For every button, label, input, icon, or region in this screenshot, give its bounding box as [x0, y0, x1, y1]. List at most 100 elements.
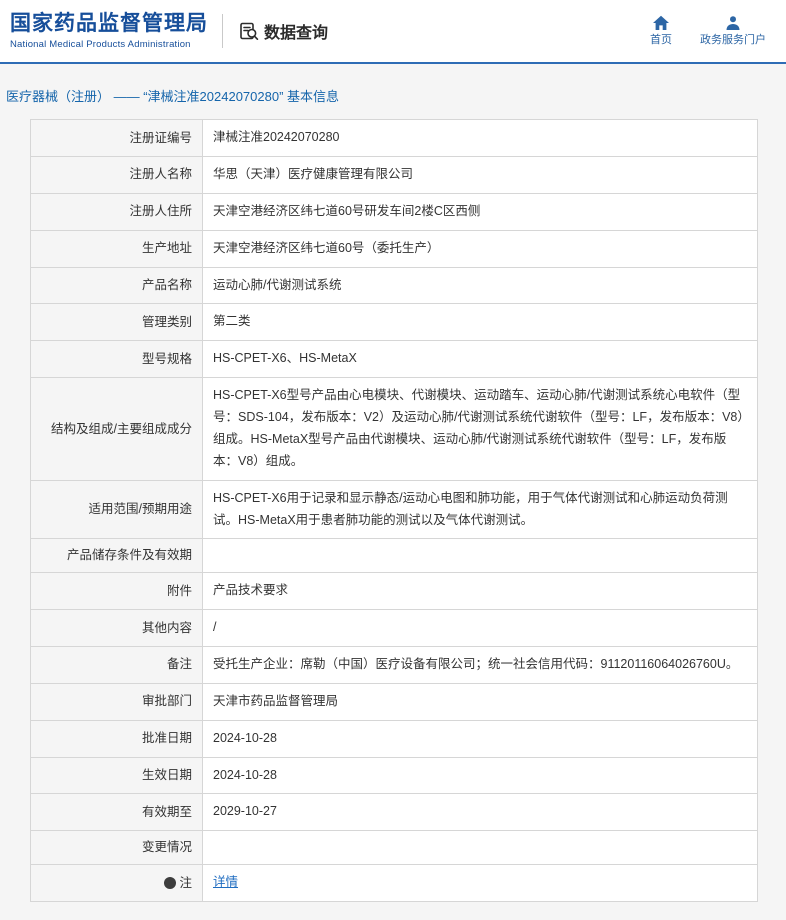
field-value: 运动心肺/代谢测试系统: [202, 266, 758, 305]
data-query-section: 数据查询: [239, 19, 328, 43]
field-label: 结构及组成/主要组成成分: [30, 377, 203, 481]
field-label: 有效期至: [30, 793, 203, 832]
table-row: 管理类别 第二类: [30, 303, 758, 342]
field-label: 变更情况: [30, 830, 203, 865]
field-label-text: 生产地址: [141, 241, 192, 256]
field-label-text: 产品名称: [141, 278, 192, 293]
field-label: 注: [30, 864, 203, 902]
table-row: 型号规格 HS-CPET-X6、HS-MetaX: [30, 340, 758, 379]
note-icon: [164, 876, 177, 889]
field-value-text: 产品技术要求: [213, 583, 289, 598]
field-label: 批准日期: [30, 719, 203, 758]
field-label-text: 变更情况: [141, 840, 192, 855]
field-value-text: 华思（天津）医疗健康管理有限公司: [213, 166, 414, 181]
field-label-text: 产品储存条件及有效期: [66, 548, 192, 563]
site-subtitle: National Medical Products Administration: [10, 38, 191, 50]
field-value: 天津市药品监督管理局: [202, 682, 758, 721]
header-links: 首页 政务服务门户: [650, 15, 772, 46]
field-label: 附件: [30, 572, 203, 610]
field-value: 华思（天津）医疗健康管理有限公司: [202, 155, 758, 194]
field-value-text: 受托生产企业：席勒（中国）医疗设备有限公司；统一社会信用代码：911201160…: [213, 656, 739, 671]
field-value-text: 天津空港经济区纬七道60号研发车间2楼C区西侧: [213, 203, 481, 218]
field-value-text: HS-CPET-X6、HS-MetaX: [213, 351, 357, 366]
field-label-text: 有效期至: [141, 804, 192, 819]
main-content: 医疗器械（注册） —— “津械注准20242070280” 基本信息 注册证编号…: [0, 64, 786, 920]
portal-link[interactable]: 政务服务门户: [700, 15, 766, 46]
field-value: HS-CPET-X6型号产品由心电模块、代谢模块、运动踏车、运动心肺/代谢测试系…: [202, 377, 758, 481]
field-value-text: /: [213, 620, 217, 634]
info-table: 注册证编号 津械注准20242070280 注册人名称 华思（天津）医疗健康管理有限公…: [30, 119, 758, 902]
field-label: 注册人名称: [30, 155, 203, 194]
field-label-text: 批准日期: [141, 731, 192, 746]
table-row: 产品名称 运动心肺/代谢测试系统: [30, 266, 758, 305]
field-label: 产品名称: [30, 266, 203, 305]
field-label-text: 注册人名称: [129, 167, 192, 182]
field-value: 第二类: [202, 303, 758, 342]
field-label-text: 注: [179, 875, 192, 890]
field-value: 2029-10-27: [202, 793, 758, 832]
field-value: 受托生产企业：席勒（中国）医疗设备有限公司；统一社会信用代码：911201160…: [202, 645, 758, 684]
field-value: HS-CPET-X6用于记录和显示静态/运动心电图和肺功能，用于气体代谢测试和心…: [202, 479, 758, 540]
field-label: 产品储存条件及有效期: [30, 538, 203, 574]
field-label: 型号规格: [30, 340, 203, 379]
field-label-text: 注册人住所: [129, 204, 192, 219]
table-row: 适用范围/预期用途 HS-CPET-X6用于记录和显示静态/运动心电图和肺功能，用…: [30, 479, 758, 540]
field-label-text: 备注: [166, 657, 192, 672]
portal-link-label: 政务服务门户: [700, 34, 766, 47]
field-label: 注册人住所: [30, 192, 203, 231]
site-header: 国家药品监督管理局 National Medical Products Admi…: [0, 0, 786, 62]
table-row: 产品储存条件及有效期: [30, 538, 758, 574]
field-value: 天津空港经济区纬七道60号（委托生产）: [202, 229, 758, 268]
user-icon: [725, 15, 741, 31]
table-row: 备注 受托生产企业：席勒（中国）医疗设备有限公司；统一社会信用代码：9112011…: [30, 645, 758, 684]
table-row: 变更情况: [30, 830, 758, 865]
field-value-text: HS-CPET-X6用于记录和显示静态/运动心电图和肺功能，用于气体代谢测试和心…: [213, 490, 728, 527]
home-link-label: 首页: [650, 34, 672, 47]
field-value: 2024-10-28: [202, 756, 758, 795]
field-value-text: 2024-10-28: [213, 767, 277, 782]
table-row: 其他内容 /: [30, 609, 758, 647]
field-label: 生产地址: [30, 229, 203, 268]
field-value-text: 2029-10-27: [213, 804, 277, 819]
field-value: 产品技术要求: [202, 572, 758, 610]
field-label-text: 注册证编号: [129, 130, 192, 145]
details-link[interactable]: 详情: [213, 875, 238, 889]
field-value-text: HS-CPET-X6型号产品由心电模块、代谢模块、运动踏车、运动心肺/代谢测试系…: [213, 388, 744, 468]
table-row: 审批部门 天津市药品监督管理局: [30, 682, 758, 721]
field-value-text: 津械注准20242070280: [213, 130, 340, 144]
home-icon: [652, 15, 670, 31]
field-label-text: 管理类别: [141, 314, 192, 329]
data-query-icon: [239, 21, 259, 41]
field-value: 天津空港经济区纬七道60号研发车间2楼C区西侧: [202, 192, 758, 231]
field-label: 其他内容: [30, 609, 203, 647]
field-value: 详情: [202, 864, 758, 902]
field-label-text: 其他内容: [141, 620, 192, 635]
header-divider: [222, 14, 223, 48]
field-value: /: [202, 609, 758, 647]
table-row: 注 详情: [30, 864, 758, 902]
site-title: 国家药品监督管理局: [10, 12, 208, 36]
field-value: 津械注准20242070280: [202, 119, 758, 157]
field-label: 适用范围/预期用途: [30, 479, 203, 540]
field-value: [202, 830, 758, 865]
field-label: 生效日期: [30, 756, 203, 795]
field-value: [202, 538, 758, 574]
table-row: 结构及组成/主要组成成分 HS-CPET-X6型号产品由心电模块、代谢模块、运动踏…: [30, 377, 758, 481]
field-label-text: 适用范围/预期用途: [88, 502, 192, 517]
table-row: 批准日期 2024-10-28: [30, 719, 758, 758]
field-label-text: 生效日期: [141, 768, 192, 783]
data-query-label: 数据查询: [264, 25, 329, 42]
field-label: 管理类别: [30, 303, 203, 342]
field-value-text: 第二类: [213, 314, 251, 329]
field-label-text: 型号规格: [141, 351, 192, 366]
brand: 国家药品监督管理局 National Medical Products Admi…: [10, 12, 208, 49]
field-label: 备注: [30, 645, 203, 684]
field-label-text: 审批部门: [141, 694, 192, 709]
table-row: 生产地址 天津空港经济区纬七道60号（委托生产）: [30, 229, 758, 268]
field-label-text: 结构及组成/主要组成成分: [51, 421, 192, 436]
home-link[interactable]: 首页: [650, 15, 672, 46]
field-label: 审批部门: [30, 682, 203, 721]
field-value: 2024-10-28: [202, 719, 758, 758]
table-row: 注册人住所 天津空港经济区纬七道60号研发车间2楼C区西侧: [30, 192, 758, 231]
field-value-text: 天津市药品监督管理局: [213, 693, 339, 708]
